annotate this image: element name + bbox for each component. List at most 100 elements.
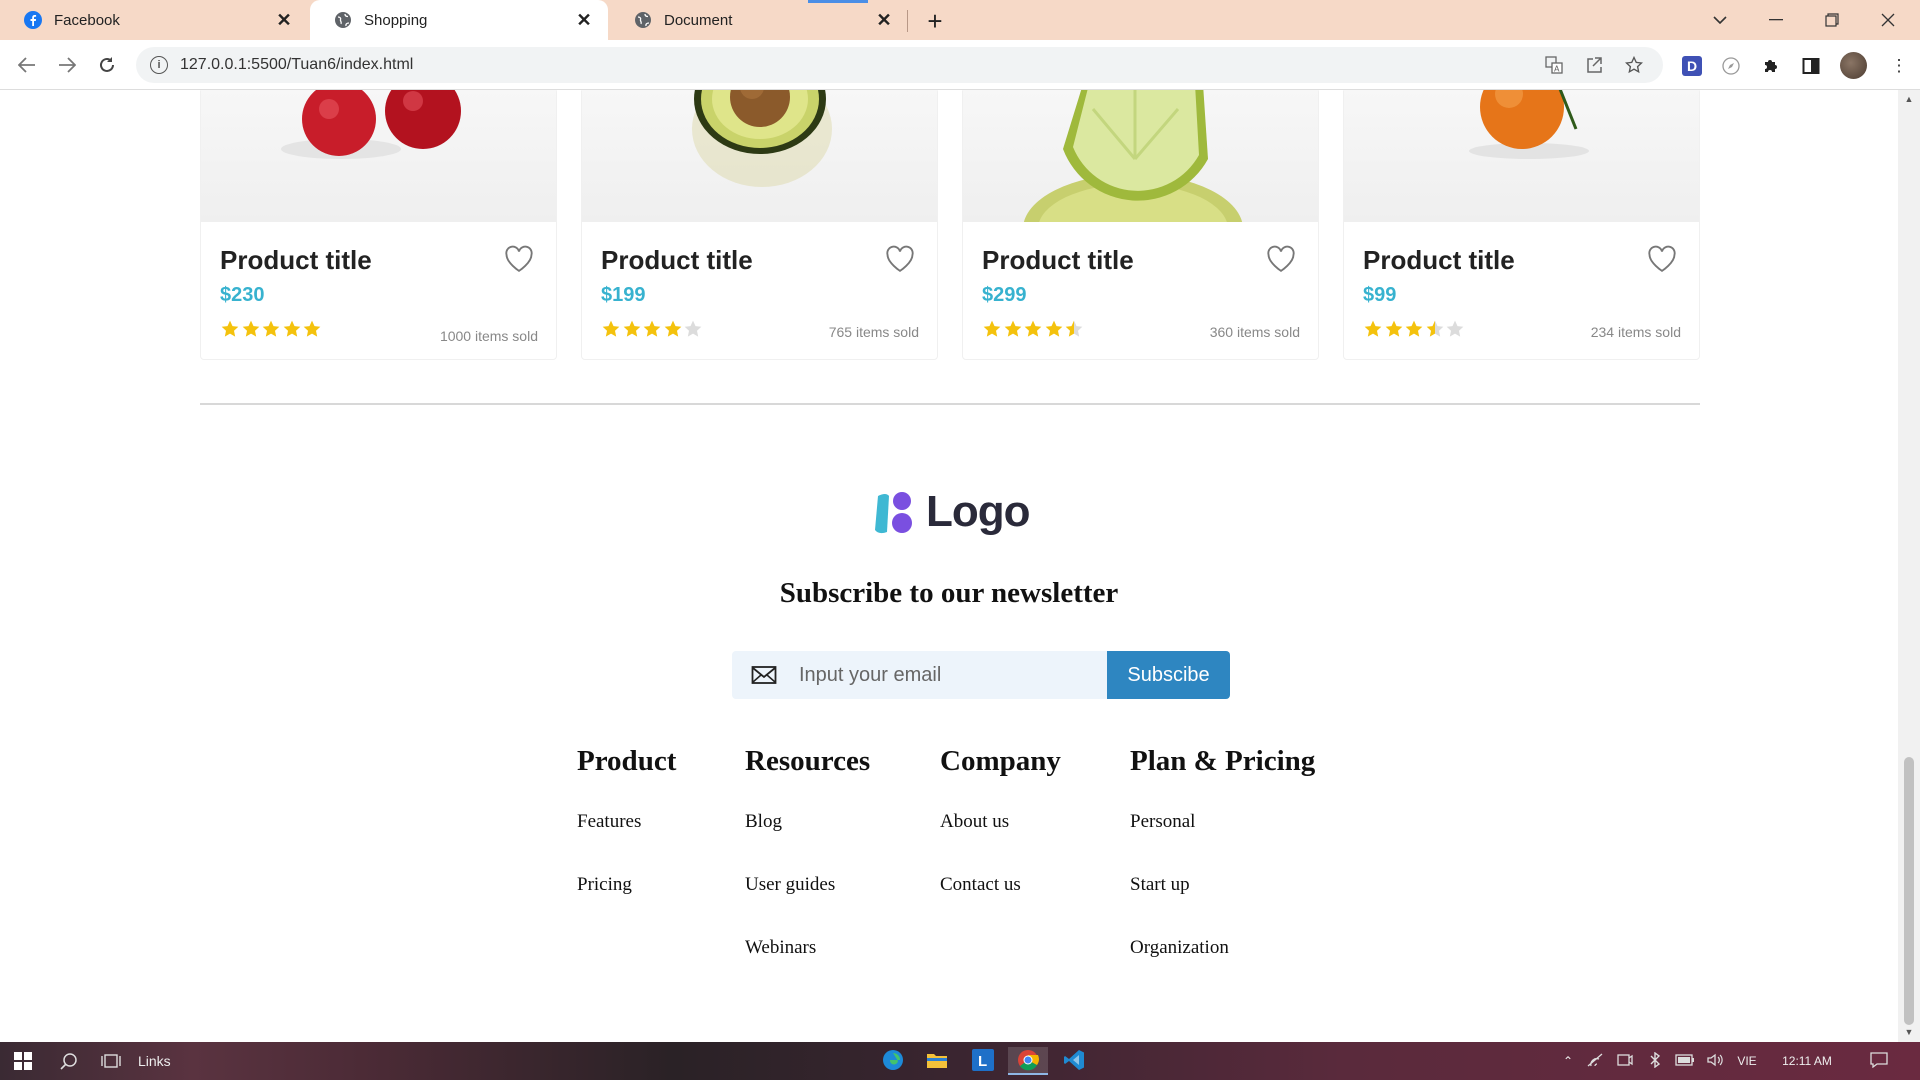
file-explorer-icon[interactable] [917, 1047, 957, 1075]
close-window-button[interactable] [1860, 0, 1916, 40]
star-icon [1065, 320, 1083, 337]
chevron-up-icon[interactable]: ⌃ [1556, 1054, 1580, 1068]
product-title[interactable]: Product title [220, 245, 372, 276]
items-sold: 1000 items sold [439, 328, 538, 344]
footer-link-organization[interactable]: Organization [1130, 937, 1315, 1000]
clock[interactable]: 12:11 AM [1764, 1054, 1850, 1068]
subscribe-button[interactable]: Subscibe [1107, 651, 1230, 699]
browser-toolbar: i 127.0.0.1:5500/Tuan6/index.html A D ⋮ [0, 40, 1920, 90]
page-scrollbar[interactable]: ▲ ▼ [1898, 90, 1920, 1042]
vscode-app-icon[interactable] [1054, 1047, 1094, 1075]
scrollbar-thumb[interactable] [1904, 757, 1914, 1025]
app-l-icon[interactable]: L [963, 1047, 1003, 1075]
system-tray[interactable]: ⌃ VIE 12:11 AM [1556, 1047, 1894, 1075]
close-icon[interactable]: ✕ [874, 10, 894, 30]
product-price: $299 [982, 284, 1027, 306]
tab-label: Shopping [364, 11, 428, 29]
notification-icon[interactable] [1864, 1051, 1894, 1071]
windows-start-icon[interactable] [10, 1047, 36, 1075]
back-arrow-icon[interactable] [12, 50, 42, 80]
bluetooth-icon[interactable] [1640, 1051, 1670, 1071]
product-price: $199 [601, 284, 646, 306]
footer-column-product: Product Features Pricing [577, 745, 676, 937]
battery-icon[interactable] [1670, 1053, 1700, 1069]
forward-arrow-icon[interactable] [52, 50, 82, 80]
scroll-up-arrow-icon[interactable]: ▲ [1903, 94, 1915, 104]
new-tab-button[interactable]: + [920, 6, 950, 36]
network-icon[interactable] [1580, 1053, 1610, 1070]
bookmark-star-icon[interactable] [1623, 54, 1645, 76]
tab-facebook[interactable]: Facebook ✕ [0, 0, 308, 40]
heart-icon[interactable] [1266, 245, 1296, 273]
rating-stars [1363, 319, 1466, 339]
language-indicator[interactable]: VIE [1730, 1054, 1764, 1068]
tab-document[interactable]: Document ✕ [610, 0, 908, 40]
compass-extension-icon[interactable] [1718, 53, 1744, 79]
product-card[interactable]: Product title $299 360 items sold [962, 90, 1319, 360]
product-card[interactable]: Product title $230 1000 items sold [200, 90, 557, 360]
meet-now-icon[interactable] [1610, 1053, 1640, 1070]
edge-app-icon[interactable] [873, 1047, 913, 1075]
tab-label: Facebook [54, 11, 120, 29]
url-text[interactable]: 127.0.0.1:5500/Tuan6/index.html [180, 56, 1543, 74]
heart-icon[interactable] [1647, 245, 1677, 273]
task-view-icon[interactable] [98, 1047, 124, 1075]
tab-label: Document [664, 11, 733, 29]
translate-icon[interactable]: A [1543, 54, 1565, 76]
globe-icon [334, 11, 352, 29]
share-icon[interactable] [1583, 54, 1605, 76]
site-info-icon[interactable]: i [150, 56, 168, 74]
minimize-button[interactable] [1748, 0, 1804, 40]
extension-d-icon[interactable]: D [1682, 56, 1702, 76]
footer-link-user-guides[interactable]: User guides [745, 874, 870, 937]
star-icon [1045, 320, 1062, 337]
heart-icon[interactable] [504, 245, 534, 273]
email-field-wrapper[interactable] [732, 651, 1107, 699]
tab-separator [907, 10, 908, 32]
star-icon [664, 320, 681, 337]
footer-link-webinars[interactable]: Webinars [745, 937, 870, 1000]
close-icon[interactable]: ✕ [274, 10, 294, 30]
heart-icon[interactable] [885, 245, 915, 273]
product-card[interactable]: Product title $99 234 items sold [1343, 90, 1700, 360]
extensions-puzzle-icon[interactable] [1758, 53, 1784, 79]
footer-link-blog[interactable]: Blog [745, 811, 870, 874]
footer-logo[interactable]: Logo [870, 487, 1031, 536]
product-image [582, 90, 937, 222]
footer-link-about-us[interactable]: About us [940, 811, 1061, 874]
items-sold: 360 items sold [1209, 324, 1300, 340]
product-title[interactable]: Product title [1363, 245, 1515, 276]
taskbar-search-label[interactable]: Links [138, 1047, 171, 1075]
footer-link-personal[interactable]: Personal [1130, 811, 1315, 874]
footer-heading: Resources [745, 745, 871, 777]
star-icon [1426, 320, 1443, 337]
footer-heading: Plan & Pricing [1130, 745, 1316, 777]
footer-link-contact-us[interactable]: Contact us [940, 874, 1061, 937]
scroll-down-arrow-icon[interactable]: ▼ [1903, 1027, 1915, 1037]
search-icon[interactable] [56, 1047, 82, 1075]
email-field[interactable] [799, 663, 1089, 687]
chrome-app-icon[interactable] [1008, 1047, 1048, 1075]
newsletter-title: Subscribe to our newsletter [779, 577, 1119, 609]
star-icon [1385, 320, 1402, 337]
menu-kebab-icon[interactable]: ⋮ [1886, 53, 1912, 79]
star-icon [1024, 320, 1042, 337]
footer-link-features[interactable]: Features [577, 811, 676, 874]
side-panel-icon[interactable] [1798, 53, 1824, 79]
tab-search-icon[interactable] [1692, 0, 1748, 40]
address-bar[interactable]: i 127.0.0.1:5500/Tuan6/index.html A [136, 47, 1663, 83]
product-card[interactable]: Product title $199 765 items sold [581, 90, 938, 360]
restore-button[interactable] [1804, 0, 1860, 40]
avatar[interactable] [1840, 52, 1867, 79]
volume-icon[interactable] [1700, 1053, 1730, 1070]
footer-link-start-up[interactable]: Start up [1130, 874, 1315, 937]
tab-shopping[interactable]: Shopping ✕ [310, 0, 608, 40]
product-title[interactable]: Product title [601, 245, 753, 276]
reload-icon[interactable] [92, 50, 122, 80]
facebook-icon [24, 11, 42, 29]
section-divider [200, 403, 1700, 405]
product-title[interactable]: Product title [982, 245, 1134, 276]
close-icon[interactable]: ✕ [574, 10, 594, 30]
star-icon [684, 320, 702, 337]
footer-link-pricing[interactable]: Pricing [577, 874, 676, 937]
